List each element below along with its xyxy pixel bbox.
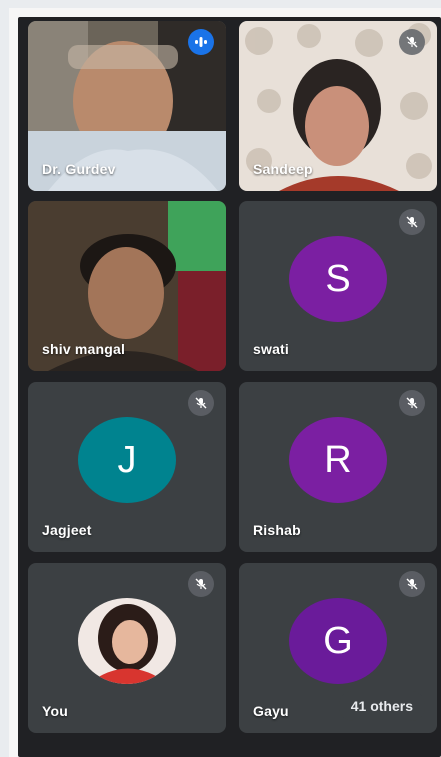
participant-name: swati [253, 341, 290, 357]
participant-name: You [42, 703, 69, 719]
participant-tile-swati[interactable]: S swati [239, 201, 437, 371]
participant-tile-jagjeet[interactable]: J Jagjeet [28, 382, 226, 552]
mic-off-icon [399, 209, 425, 235]
participant-name: Dr. Gurdev [42, 161, 116, 177]
participant-tile-sandeep[interactable]: Sandeep [239, 21, 437, 191]
speaking-indicator-icon [188, 29, 214, 55]
meeting-grid: Dr. Gurdev Sandeep shiv mangal S swati J… [18, 17, 441, 757]
participant-name: Sandeep [253, 161, 313, 177]
avatar: R [289, 417, 387, 503]
participant-name: Gayu [253, 703, 289, 719]
mic-off-icon [188, 571, 214, 597]
avatar [78, 598, 176, 684]
participant-tile-gayu[interactable]: G Gayu 41 others [239, 563, 437, 733]
participant-tile-shiv-mangal[interactable]: shiv mangal [28, 201, 226, 371]
mic-off-icon [399, 571, 425, 597]
participant-name: shiv mangal [42, 341, 126, 357]
participant-tile-you[interactable]: You [28, 563, 226, 733]
others-chip[interactable]: 41 others [338, 691, 425, 721]
participant-name: Rishab [253, 522, 301, 538]
mic-off-icon [399, 390, 425, 416]
mic-off-icon [188, 390, 214, 416]
participant-tile-rishab[interactable]: R Rishab [239, 382, 437, 552]
avatar: J [78, 417, 176, 503]
participant-name: Jagjeet [42, 522, 92, 538]
mic-off-icon [399, 29, 425, 55]
participant-tile-dr-gurdev[interactable]: Dr. Gurdev [28, 21, 226, 191]
avatar: S [289, 236, 387, 322]
avatar: G [289, 598, 387, 684]
